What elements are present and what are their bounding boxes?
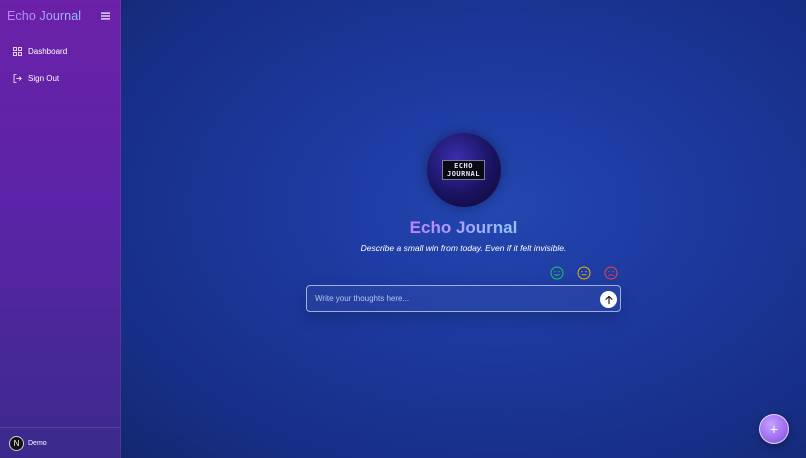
hamburger-icon[interactable]: [98, 9, 112, 23]
sidebar: Echo Journal Dashboard Sign Out N Demo: [0, 0, 121, 458]
sidebar-item-sign-out[interactable]: Sign Out: [0, 65, 120, 92]
sidebar-item-dashboard[interactable]: Dashboard: [0, 38, 120, 65]
journal-entry-box: [306, 285, 621, 312]
app-window: Echo Journal Dashboard Sign Out N Demo E…: [0, 0, 806, 458]
journal-panel: ECHO JOURNAL Echo Journal Describe a sma…: [121, 133, 806, 312]
arrow-up-icon: [604, 295, 613, 304]
sidebar-item-label: Dashboard: [28, 47, 68, 56]
logo-line-1: ECHO: [454, 162, 473, 170]
main-content: ECHO JOURNAL Echo Journal Describe a sma…: [121, 0, 806, 458]
journal-prompt: Describe a small win from today. Even if…: [360, 243, 567, 253]
echo-journal-logo: ECHO JOURNAL: [426, 133, 501, 207]
grid-icon: [13, 47, 22, 56]
sidebar-nav: Dashboard Sign Out: [0, 38, 120, 92]
logo-badge: ECHO JOURNAL: [441, 160, 485, 180]
brand-title: Echo Journal: [7, 9, 82, 23]
user-footer[interactable]: N Demo: [0, 427, 120, 458]
logout-icon: [13, 74, 22, 83]
smile-icon[interactable]: [550, 266, 564, 280]
mood-selector: [306, 266, 622, 280]
page-title: Echo Journal: [409, 218, 518, 237]
logo-line-2: JOURNAL: [446, 170, 480, 178]
add-entry-button[interactable]: +: [759, 414, 789, 444]
frown-icon[interactable]: [604, 266, 618, 280]
journal-input[interactable]: [307, 293, 587, 304]
neutral-icon[interactable]: [577, 266, 591, 280]
user-name: Demo: [28, 439, 47, 447]
sidebar-item-label: Sign Out: [28, 74, 60, 83]
avatar[interactable]: N: [9, 435, 24, 451]
sidebar-header: Echo Journal: [0, 0, 120, 32]
send-button[interactable]: [600, 291, 617, 308]
